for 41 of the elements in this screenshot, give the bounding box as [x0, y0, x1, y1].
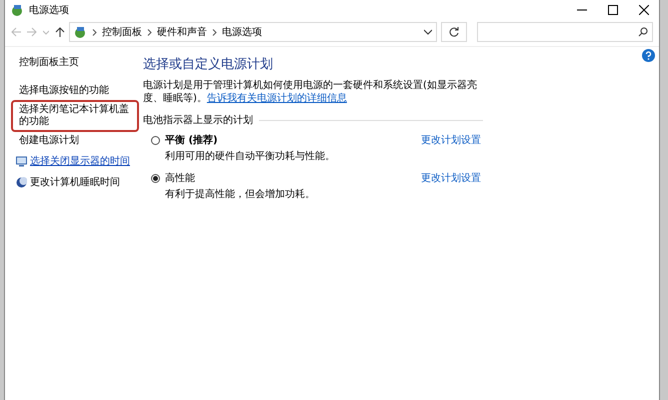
chevron-icon: [212, 28, 217, 36]
help-icon: [642, 49, 655, 62]
refresh-icon: [449, 27, 459, 37]
control-panel-icon: [74, 26, 87, 38]
plan-description: 利用可用的硬件自动平衡功耗与性能。: [165, 150, 336, 163]
group-label: 电池指示器上显示的计划: [143, 114, 253, 127]
search-field[interactable]: [477, 22, 653, 42]
close-icon: [638, 5, 648, 15]
plan-name: 平衡 (推荐): [165, 134, 219, 147]
dropdown-caret-icon: [43, 29, 49, 35]
moon-icon: [16, 177, 27, 188]
change-plan-link[interactable]: 更改计划设置: [421, 171, 481, 185]
chevron-icon: [147, 28, 152, 36]
breadcrumb-item[interactable]: 电源选项: [222, 25, 262, 39]
plan-name: 高性能: [165, 172, 196, 185]
refresh-button[interactable]: [441, 22, 467, 42]
radio-button[interactable]: [151, 174, 160, 182]
maximize-icon: [608, 5, 618, 15]
plan-description: 有利于提高性能，但会增加功耗。: [165, 188, 316, 201]
change-plan-link[interactable]: 更改计划设置: [421, 133, 481, 147]
breadcrumb-item[interactable]: 硬件和声音: [157, 25, 207, 39]
sidebar-link[interactable]: 更改计算机睡眠时间: [30, 177, 120, 189]
sidebar-link[interactable]: 选择关闭显示器的时间: [30, 156, 130, 168]
breadcrumb-item[interactable]: 控制面板: [102, 25, 142, 39]
forward-arrow-icon: [27, 27, 37, 37]
search-icon: [638, 27, 648, 37]
sidebar-link[interactable]: 控制面板主页: [19, 57, 79, 69]
window-title: 电源选项: [29, 4, 70, 17]
up-arrow-icon: [55, 27, 65, 37]
back-arrow-icon: [11, 27, 21, 37]
sidebar-link[interactable]: 创建电源计划: [19, 135, 79, 147]
sidebar-link[interactable]: 选择关闭笔记本计算机盖的功能: [19, 104, 134, 128]
details-link[interactable]: 告诉我有关电源计划的详细信息: [206, 93, 347, 104]
sidebar-link[interactable]: 选择电源按钮的功能: [19, 85, 109, 97]
monitor-icon: [16, 156, 27, 167]
description-text: 电源计划是用于管理计算机如何使用电源的一套硬件和系统设置(如显示器亮度、睡眠等)。告诉我有关电源计划的详细信息: [143, 79, 478, 105]
address-bar[interactable]: 控制面板 硬件和声音 电源选项: [69, 22, 437, 42]
chevron-icon: [92, 28, 97, 36]
page-heading: 选择或自定义电源计划: [143, 56, 274, 73]
dropdown-caret-icon: [424, 29, 432, 35]
radio-button[interactable]: [151, 136, 160, 144]
